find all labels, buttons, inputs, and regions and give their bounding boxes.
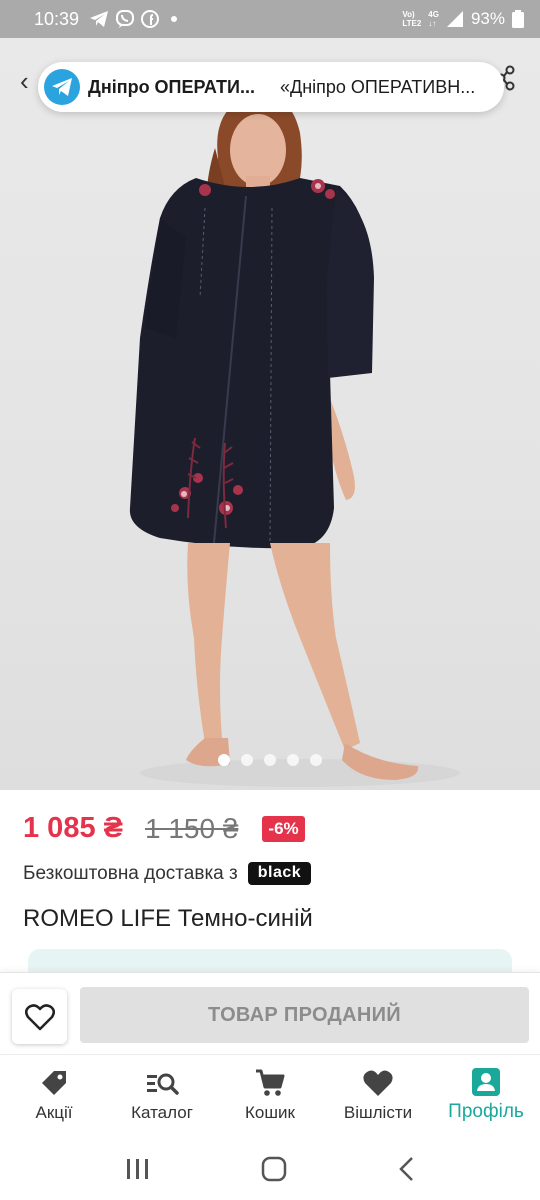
facebook-status-icon	[141, 10, 160, 28]
notification-text: «Дніпро ОПЕРАТИВН...	[280, 76, 476, 97]
cart-icon	[256, 1069, 285, 1096]
black-subscription-badge[interactable]: black	[247, 862, 312, 885]
viber-status-icon	[116, 10, 135, 28]
nav-item-wishlists[interactable]: Вішлісти	[324, 1055, 432, 1138]
product-image-gallery[interactable]	[0, 38, 540, 790]
battery-percent: 93%	[470, 9, 505, 28]
notification-toast[interactable]: Дніпро ОПЕРАТИ... «Дніпро ОПЕРАТИВН...	[38, 62, 504, 112]
telegram-icon	[44, 69, 80, 105]
old-price: 1 150 ₴	[144, 812, 239, 844]
nav-label-cart: Кошик	[245, 1103, 295, 1122]
volte-top-label: Vo)	[402, 10, 415, 19]
product-photo	[129, 94, 460, 787]
volte-indicator: Vo) LTE2	[402, 10, 421, 28]
volte-bottom-label: LTE2	[402, 19, 422, 28]
gallery-dot-3[interactable]	[264, 754, 276, 766]
gallery-pagination[interactable]	[0, 754, 540, 766]
gallery-dot-1[interactable]	[218, 754, 230, 766]
notification-title: Дніпро ОПЕРАТИ...	[88, 76, 255, 97]
more-notifications-dot	[171, 16, 178, 22]
signal-icon	[446, 11, 463, 27]
gallery-dot-2[interactable]	[241, 754, 253, 766]
recent-apps-icon[interactable]	[125, 1158, 151, 1180]
status-bar: 10:39 Vo) LTE2 4G ↓↑ 93%	[0, 0, 540, 38]
current-price: 1 085 ₴	[23, 812, 123, 844]
gallery-dot-4[interactable]	[287, 754, 299, 766]
gallery-dot-5[interactable]	[310, 754, 322, 766]
bottom-navigation: Акції Каталог Кошик Вішлісти Профіль	[0, 1054, 540, 1138]
nav-label-catalog: Каталог	[131, 1103, 193, 1122]
catalog-search-icon	[147, 1073, 179, 1095]
nav-label-wishlists: Вішлісти	[343, 1103, 413, 1122]
nav-item-catalog[interactable]: Каталог	[108, 1055, 216, 1138]
back-arrow-icon[interactable]: ‹	[20, 66, 29, 97]
free-delivery-info[interactable]: Безкоштовна доставка з black	[23, 862, 312, 885]
discount-badge: -6%	[262, 815, 305, 842]
heart-icon	[24, 1003, 55, 1030]
add-to-wishlist-button[interactable]	[12, 989, 67, 1044]
status-right: Vo) LTE2 4G ↓↑ 93%	[402, 9, 524, 29]
delivery-text: Безкоштовна доставка з	[23, 862, 238, 884]
system-navigation-bar	[0, 1138, 540, 1200]
nav-item-profile[interactable]: Профіль	[432, 1055, 540, 1138]
action-bar: ТОВАР ПРОДАНИЙ	[0, 972, 540, 1054]
status-time: 10:39	[34, 8, 80, 29]
network-type-indicator: 4G ↓↑	[428, 10, 439, 28]
status-notification-icons	[89, 9, 178, 29]
profile-icon	[472, 1068, 500, 1096]
data-arrows-icon: ↓↑	[428, 19, 437, 28]
sold-out-button[interactable]: ТОВАР ПРОДАНИЙ	[80, 987, 529, 1043]
back-icon[interactable]	[397, 1156, 415, 1182]
nav-label-promotions: Акції	[35, 1103, 73, 1122]
product-page: 10:39 Vo) LTE2 4G ↓↑ 93% ‹ Дніпро ОПЕРАТ…	[0, 0, 540, 1200]
price-row: 1 085 ₴ 1 150 ₴ -6%	[23, 812, 305, 845]
home-icon[interactable]	[261, 1156, 287, 1182]
tag-icon	[42, 1071, 66, 1095]
nav-item-promotions[interactable]: Акції	[0, 1055, 108, 1138]
telegram-status-icon	[90, 11, 109, 27]
battery-icon	[512, 10, 524, 28]
nav-label-profile: Профіль	[448, 1101, 524, 1122]
network-type-label: 4G	[428, 10, 439, 19]
nav-item-cart[interactable]: Кошик	[216, 1055, 324, 1138]
heart-icon	[363, 1070, 393, 1096]
product-title: ROMEO LIFE Темно-синій	[23, 905, 313, 932]
